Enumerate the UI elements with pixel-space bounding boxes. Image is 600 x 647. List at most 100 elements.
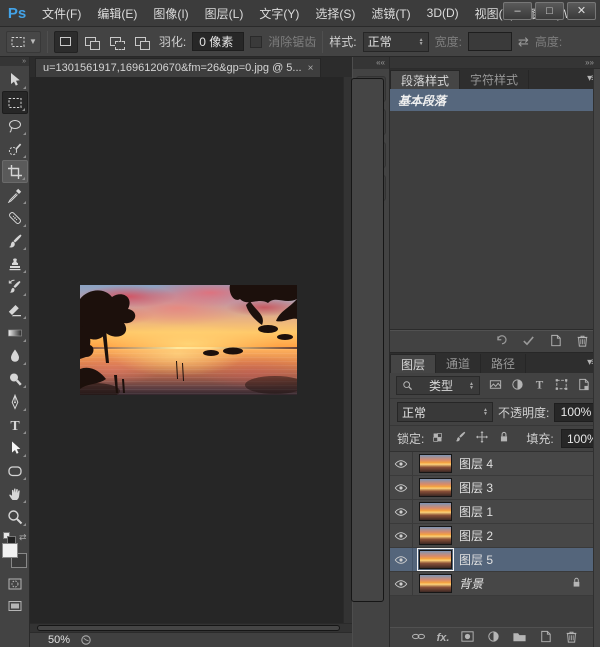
layer-name[interactable]: 图层 5 <box>459 551 593 568</box>
newlayer-icon[interactable] <box>538 629 553 647</box>
tool-type[interactable]: T <box>2 413 28 436</box>
tool-move[interactable] <box>2 68 28 91</box>
tool-blur[interactable] <box>2 344 28 367</box>
layers-tab[interactable]: 图层 <box>390 354 436 373</box>
tool-quickselect[interactable] <box>2 137 28 160</box>
tool-pen[interactable] <box>2 390 28 413</box>
undo-icon[interactable] <box>494 333 509 351</box>
filter-pixel-icon[interactable] <box>488 377 503 395</box>
layer-name[interactable]: 图层 4 <box>459 455 593 472</box>
layer-thumbnail[interactable] <box>419 478 452 497</box>
quick-mask-button[interactable] <box>2 574 28 594</box>
expand-panels-arrows[interactable]: «« <box>353 57 389 69</box>
layer-name[interactable]: 图层 1 <box>459 503 593 520</box>
filter-shapeframe-icon[interactable] <box>554 377 569 395</box>
adjust-icon[interactable] <box>486 629 501 647</box>
tool-lasso[interactable] <box>2 114 28 137</box>
tool-brush[interactable] <box>2 229 28 252</box>
new-selection-button[interactable] <box>54 31 78 53</box>
layer-thumbnail[interactable] <box>419 550 452 569</box>
tool-history[interactable] <box>2 275 28 298</box>
layer-visibility-eye-icon[interactable] <box>390 548 413 571</box>
trash-icon[interactable] <box>564 629 579 647</box>
link-icon[interactable] <box>411 629 426 647</box>
tool-heal[interactable] <box>2 206 28 229</box>
layers-tab[interactable]: 通道 <box>436 354 481 373</box>
status-info-icon[interactable] <box>80 634 92 646</box>
newlayer-icon[interactable] <box>548 333 563 351</box>
subtract-from-selection-button[interactable] <box>104 31 128 53</box>
tool-pathselect[interactable] <box>2 436 28 459</box>
check-icon[interactable] <box>521 333 536 351</box>
layer-visibility-eye-icon[interactable] <box>390 452 413 475</box>
tool-stamp[interactable] <box>2 252 28 275</box>
layer-row[interactable]: 图层 3 <box>390 476 593 500</box>
style-dropdown[interactable]: 正常 ▲▼ <box>363 32 429 52</box>
layer-row[interactable]: 背景 <box>390 572 593 596</box>
tool-eraser[interactable] <box>2 298 28 321</box>
width-input[interactable] <box>468 32 512 51</box>
menu-item[interactable]: 选择(S) <box>307 5 363 22</box>
close-tab-icon[interactable]: × <box>308 63 314 74</box>
document-tab[interactable]: u=1301561917,1696120670&fm=26&gp=0.jpg @… <box>35 58 321 77</box>
layer-visibility-eye-icon[interactable] <box>390 524 413 547</box>
menu-item[interactable]: 图层(L) <box>197 5 252 22</box>
layer-name[interactable]: 图层 3 <box>459 479 593 496</box>
layer-row[interactable]: 图层 5 <box>390 548 593 572</box>
layer-row[interactable]: 图层 1 <box>390 500 593 524</box>
filter-type-dropdown[interactable]: 类型 ▲▼ <box>396 376 480 395</box>
layer-visibility-eye-icon[interactable] <box>390 572 413 595</box>
filter-typeT-icon[interactable]: T <box>532 377 547 395</box>
layer-name[interactable]: 图层 2 <box>459 527 593 544</box>
layer-thumbnail[interactable] <box>419 454 452 473</box>
layer-thumbnail[interactable] <box>419 502 452 521</box>
tool-dodge[interactable] <box>2 367 28 390</box>
filter-smartobject-icon[interactable] <box>576 377 591 395</box>
menu-item[interactable]: 3D(D) <box>419 6 467 20</box>
intersect-selection-button[interactable] <box>129 31 153 53</box>
menu-item[interactable]: 滤镜(T) <box>363 5 418 22</box>
layer-row[interactable]: 图层 4 <box>390 452 593 476</box>
vertical-scrollbar[interactable] <box>343 77 352 623</box>
close-button[interactable]: ✕ <box>567 2 596 20</box>
tool-crop[interactable] <box>2 160 28 183</box>
default-colors-icon[interactable] <box>3 532 10 539</box>
lock-brushsmall-icon[interactable] <box>453 430 467 447</box>
swap-width-height-icon[interactable]: ⇄ <box>518 34 529 50</box>
layer-name[interactable]: 背景 <box>459 575 570 592</box>
menu-item[interactable]: 文字(Y) <box>251 5 307 22</box>
styles-tab[interactable]: 段落样式 <box>390 70 460 89</box>
swap-colors-icon[interactable]: ⇄ <box>19 532 27 543</box>
toolbar-collapse-arrows[interactable]: » <box>0 57 29 66</box>
fx-icon[interactable]: fx. <box>437 632 450 644</box>
layer-row[interactable]: 图层 2 <box>390 524 593 548</box>
tool-gradient[interactable] <box>2 321 28 344</box>
foreground-color-swatch[interactable] <box>2 543 18 558</box>
layers-tab[interactable]: 路径 <box>481 354 526 373</box>
feather-input[interactable]: 0 像素 <box>192 32 244 51</box>
menu-item[interactable]: 图像(I) <box>145 5 196 22</box>
horizontal-scrollbar[interactable] <box>30 623 352 632</box>
tool-eyedropper[interactable] <box>2 183 28 206</box>
panel-scrollbar[interactable] <box>593 69 600 647</box>
lock-checker-icon[interactable] <box>431 430 445 447</box>
tool-marquee[interactable] <box>2 91 28 114</box>
folder-icon[interactable] <box>512 629 527 647</box>
zoom-level[interactable]: 50% <box>48 634 70 646</box>
tool-shape[interactable] <box>2 459 28 482</box>
trash-icon[interactable] <box>575 333 590 351</box>
tool-zoom[interactable] <box>2 505 28 528</box>
filter-adjust-icon[interactable] <box>510 377 525 395</box>
layer-thumbnail[interactable] <box>419 526 452 545</box>
tool-hand[interactable] <box>2 482 28 505</box>
opacity-value[interactable]: 100% <box>554 403 596 422</box>
menu-item[interactable]: 文件(F) <box>34 5 89 22</box>
styles-tab[interactable]: 字符样式 <box>460 70 529 89</box>
canvas-image[interactable] <box>80 285 297 395</box>
mask-icon[interactable] <box>460 629 475 647</box>
screen-mode-button[interactable] <box>2 596 28 616</box>
layer-visibility-eye-icon[interactable] <box>390 476 413 499</box>
tool-preset-picker[interactable]: ▼ <box>6 31 41 53</box>
antialias-checkbox[interactable] <box>250 36 262 48</box>
menu-item[interactable]: 编辑(E) <box>89 5 145 22</box>
